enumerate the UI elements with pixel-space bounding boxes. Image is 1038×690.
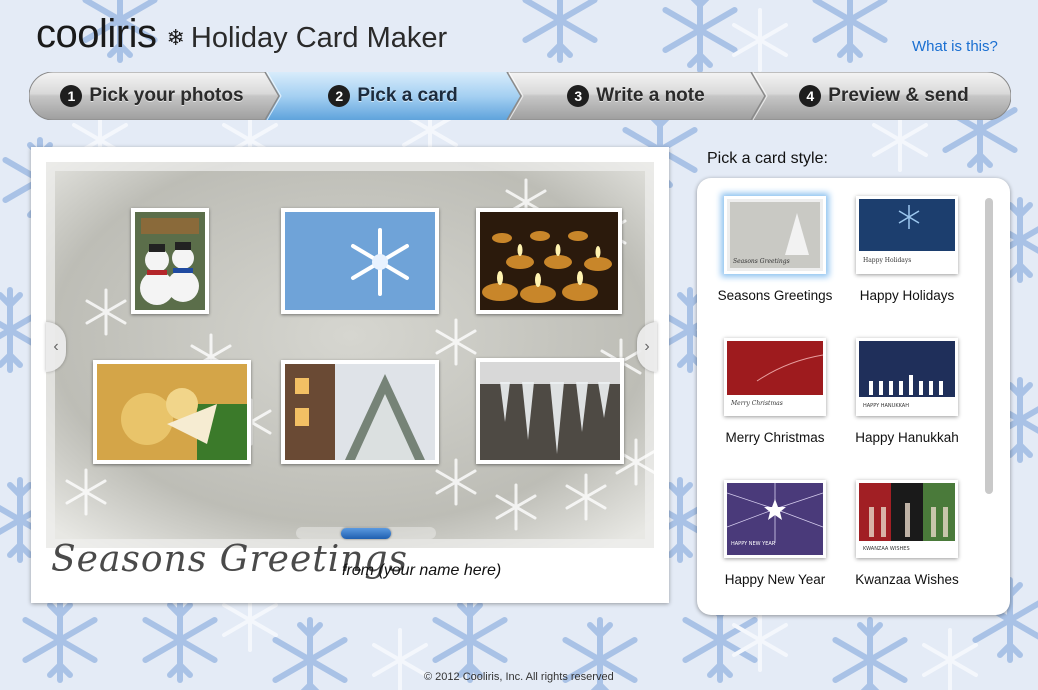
style-thumbnail: HAPPY HANUKKAH <box>856 338 958 416</box>
step-label: Pick a card <box>357 85 458 106</box>
thumb-caption: HAPPY NEW YEAR <box>731 541 776 547</box>
footer-copyright: © 2012 Cooliris, Inc. All rights reserve… <box>424 671 614 683</box>
step-label: Pick your photos <box>89 85 244 106</box>
snowflake-icon: ❄ <box>166 25 185 50</box>
step-number: 1 <box>60 85 83 107</box>
style-name: Kwanzaa Wishes <box>855 572 959 587</box>
card-photo-icicles[interactable] <box>476 358 624 464</box>
step-label: Preview & send <box>828 85 969 106</box>
style-merry-christmas[interactable]: Merry Christmas Merry Christmas <box>705 338 845 445</box>
style-name: Merry Christmas <box>725 430 825 445</box>
picker-label: Pick a card style: <box>707 150 828 167</box>
card-style-picker: Seasons Greetings Seasons Greetings Happ… <box>697 178 1010 615</box>
thumb-caption: KWANZAA WISHES <box>863 546 910 552</box>
style-thumbnail: Seasons Greetings <box>724 196 826 274</box>
thumb-caption: Happy Holidays <box>863 257 911 264</box>
step-number: 4 <box>799 85 822 107</box>
card-photo-ornaments[interactable] <box>93 360 251 464</box>
card-photo-snowmen[interactable] <box>131 208 209 314</box>
style-name: Happy New Year <box>724 572 826 587</box>
style-name: Seasons Greetings <box>717 288 833 303</box>
style-name: Happy Hanukkah <box>855 430 959 445</box>
card-preview: Seasons Greetings from (your name here) <box>31 147 669 603</box>
photo-scroll-thumb[interactable] <box>341 528 391 539</box>
style-thumbnail: Merry Christmas <box>724 338 826 416</box>
card-artwork <box>46 162 654 548</box>
what-is-this-link[interactable]: What is this? <box>912 38 998 55</box>
style-thumbnail: KWANZAA WISHES <box>856 480 958 558</box>
step-bar: 1 Pick your photos 2 Pick a card 3 Write… <box>29 72 1011 120</box>
step-number: 2 <box>328 85 351 107</box>
step-write-note[interactable]: 3 Write a note <box>525 72 747 120</box>
thumb-caption: HAPPY HANUKKAH <box>863 403 909 409</box>
card-photo-snowy-house[interactable] <box>281 360 439 464</box>
style-thumbnail: Happy Holidays <box>856 196 958 274</box>
step-number: 3 <box>567 85 590 107</box>
step-pick-photos[interactable]: 1 Pick your photos <box>47 72 257 120</box>
step-preview-send[interactable]: 4 Preview & send <box>769 72 999 120</box>
card-photo-snowflake[interactable] <box>281 208 439 314</box>
style-happy-holidays[interactable]: Happy Holidays Happy Holidays <box>837 196 977 303</box>
style-name: Happy Holidays <box>859 288 955 303</box>
style-kwanzaa-wishes[interactable]: KWANZAA WISHES Kwanzaa Wishes <box>837 480 977 587</box>
card-photo-candles[interactable] <box>476 208 622 314</box>
thumb-caption: Seasons Greetings <box>733 258 790 265</box>
style-happy-hanukkah[interactable]: HAPPY HANUKKAH Happy Hanukkah <box>837 338 977 445</box>
step-label: Write a note <box>596 85 705 106</box>
style-seasons-greetings[interactable]: Seasons Greetings Seasons Greetings <box>705 196 845 303</box>
style-thumbnail: HAPPY NEW YEAR <box>724 480 826 558</box>
page-title: Holiday Card Maker <box>190 22 448 54</box>
brand-logo: cooliris <box>36 12 157 56</box>
style-happy-new-year[interactable]: HAPPY NEW YEAR Happy New Year <box>705 480 845 587</box>
picker-scrollbar[interactable] <box>985 198 993 494</box>
step-pick-card[interactable]: 2 Pick a card <box>283 72 503 120</box>
app-header: cooliris ❄ Holiday Card Maker <box>36 12 447 56</box>
thumb-caption: Merry Christmas <box>730 400 783 407</box>
card-from-text[interactable]: from (your name here) <box>342 562 501 580</box>
